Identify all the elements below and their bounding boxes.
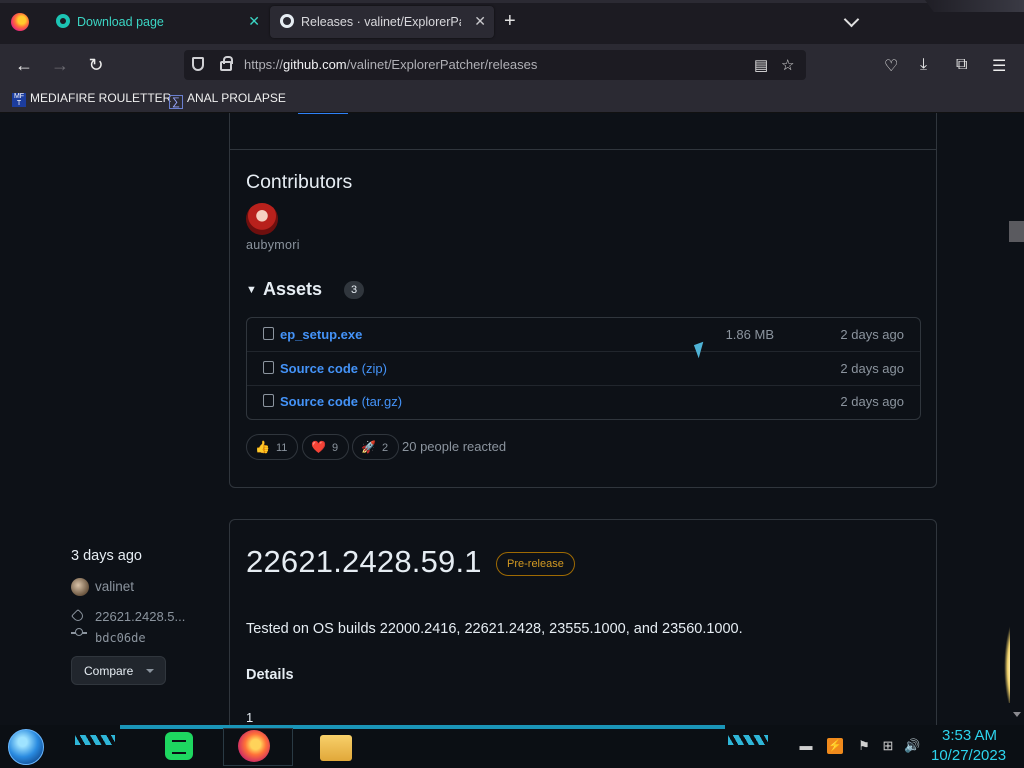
- list-item: 1: [246, 710, 254, 725]
- extensions-icon[interactable]: ⧉: [956, 56, 967, 74]
- address-bar[interactable]: https://github.com/valinet/ExplorerPatch…: [184, 50, 806, 80]
- scrollbar-thumb[interactable]: [1009, 221, 1024, 242]
- url-text[interactable]: https://github.com/valinet/ExplorerPatch…: [244, 57, 537, 72]
- tab-title: Download page: [77, 15, 164, 29]
- taskbar-decoration: [728, 735, 768, 745]
- close-icon[interactable]: ✕: [248, 13, 260, 29]
- bookmark-mediafire[interactable]: MF T MEDIAFIRE ROULETTER: [12, 91, 171, 107]
- firefox-taskbar-icon[interactable]: [238, 730, 270, 762]
- release-card: Contributors aubymori ▼ Assets 3 ep_setu…: [229, 113, 937, 488]
- download-icon[interactable]: ⤓: [920, 56, 927, 74]
- tab-favicon-icon: [56, 14, 70, 28]
- volume-icon[interactable]: 🔊: [904, 738, 920, 754]
- tab-download-page[interactable]: Download page ✕: [46, 6, 268, 38]
- start-button[interactable]: [8, 729, 44, 765]
- reader-view-icon[interactable]: ▤: [754, 56, 768, 74]
- bookmark-star-icon[interactable]: ☆: [781, 56, 794, 74]
- asset-date: 2 days ago: [840, 361, 904, 376]
- new-tab-button[interactable]: +: [504, 11, 516, 31]
- asset-row: Source code (tar.gz) 2 days ago: [247, 385, 920, 419]
- assets-list: ep_setup.exe 1.86 MB 2 days ago Source c…: [246, 317, 921, 420]
- file-zip-icon: [263, 394, 274, 407]
- tag-icon: [70, 608, 86, 624]
- reload-icon[interactable]: ↻: [85, 54, 107, 76]
- reaction-heart[interactable]: ❤️ 9: [302, 434, 350, 460]
- network-icon[interactable]: ⊞: [880, 738, 896, 754]
- close-icon[interactable]: ✕: [474, 13, 486, 29]
- taskbar-decoration: [75, 735, 115, 745]
- theme-decoration: [925, 0, 1024, 12]
- scrollbar[interactable]: [1010, 113, 1024, 725]
- tab-bar: Download page ✕ Releases · valinet/Explo…: [0, 0, 1024, 44]
- clock-time[interactable]: 3:53 AM: [942, 727, 997, 744]
- taskbar-accent: [120, 725, 725, 729]
- tray-app-icon[interactable]: ⚡: [827, 738, 843, 754]
- rocket-icon: 🚀: [361, 440, 376, 454]
- heart-icon: ❤️: [311, 440, 326, 454]
- assets-count-badge: 3: [344, 281, 364, 299]
- menu-icon[interactable]: ☰: [992, 56, 1006, 76]
- divider: [230, 149, 936, 150]
- forward-icon[interactable]: →: [49, 54, 71, 76]
- asset-size: 1.86 MB: [725, 327, 774, 342]
- contributors-heading: Contributors: [246, 171, 353, 193]
- release-tag[interactable]: 22621.2428.5...: [95, 609, 185, 624]
- bookmarks-bar: MF T MEDIAFIRE ROULETTER ∑ ANAL PROLAPSE: [0, 86, 1024, 113]
- pocket-icon[interactable]: ♡: [884, 56, 898, 76]
- chevron-down-icon[interactable]: [843, 11, 860, 28]
- asset-date: 2 days ago: [840, 327, 904, 342]
- thumbs-up-icon: 👍: [255, 440, 270, 454]
- reaction-thumbs-up[interactable]: 👍 11: [246, 434, 299, 460]
- details-heading: Details: [246, 667, 294, 683]
- release-card: 22621.2428.59.1 Pre-release Tested on OS…: [229, 519, 937, 725]
- firefox-icon[interactable]: [11, 13, 29, 31]
- caret-down-icon: [146, 669, 154, 673]
- commit-icon: [71, 628, 87, 636]
- prerelease-badge: Pre-release: [496, 552, 575, 576]
- tray-overflow-icon[interactable]: ▬: [798, 738, 814, 754]
- release-notes: Tested on OS builds 22000.2416, 22621.24…: [246, 621, 743, 637]
- asset-link[interactable]: Source code (tar.gz): [280, 394, 402, 409]
- avatar[interactable]: [246, 203, 278, 235]
- reaction-rocket[interactable]: 🚀 2: [352, 434, 400, 460]
- compare-button[interactable]: Compare: [71, 656, 166, 685]
- release-title[interactable]: 22621.2428.59.1: [246, 544, 482, 580]
- navigation-bar: ← → ↻ https://github.com/valinet/Explore…: [0, 44, 1024, 86]
- scroll-down-icon[interactable]: [1013, 712, 1021, 717]
- release-date: 3 days ago: [71, 548, 142, 564]
- contributor-name[interactable]: aubymori: [246, 238, 300, 252]
- avatar[interactable]: [71, 578, 89, 596]
- asset-link[interactable]: ep_setup.exe: [280, 327, 362, 342]
- tabbar-edge: [0, 0, 1024, 3]
- link-underline: [298, 113, 348, 114]
- action-center-icon[interactable]: ⚑: [856, 738, 872, 754]
- taskbar: ▬ ⚡ ⚑ ⊞ 🔊 3:53 AM 10/27/2023: [0, 725, 1024, 768]
- reaction-summary: 20 people reacted: [402, 439, 507, 454]
- asset-row: ep_setup.exe 1.86 MB 2 days ago: [247, 318, 920, 352]
- triangle-down-icon[interactable]: ▼: [246, 284, 257, 296]
- tab-title: Releases · valinet/ExplorerPatche: [301, 15, 461, 29]
- release-commit[interactable]: bdc06de: [95, 631, 146, 645]
- bookmark-second[interactable]: ∑ ANAL PROLAPSE: [169, 91, 286, 109]
- assets-heading[interactable]: Assets: [263, 279, 322, 300]
- clock-date[interactable]: 10/27/2023: [931, 747, 1006, 764]
- file-explorer-icon[interactable]: [320, 735, 352, 761]
- github-icon: [280, 14, 294, 28]
- file-zip-icon: [263, 361, 274, 374]
- back-icon[interactable]: ←: [13, 54, 35, 76]
- sigma-icon: ∑: [169, 95, 183, 109]
- mediafire-icon: MF T: [12, 93, 26, 107]
- page-content: Contributors aubymori ▼ Assets 3 ep_setu…: [0, 113, 1010, 725]
- package-icon: [263, 327, 274, 340]
- asset-date: 2 days ago: [840, 394, 904, 409]
- asset-link[interactable]: Source code (zip): [280, 361, 387, 376]
- shield-icon[interactable]: [192, 57, 204, 71]
- release-author[interactable]: valinet: [95, 579, 134, 594]
- tab-releases[interactable]: Releases · valinet/ExplorerPatche ✕: [270, 6, 494, 38]
- lock-icon[interactable]: [220, 56, 233, 71]
- asset-row: Source code (zip) 2 days ago: [247, 352, 920, 386]
- spotify-icon[interactable]: [165, 732, 193, 760]
